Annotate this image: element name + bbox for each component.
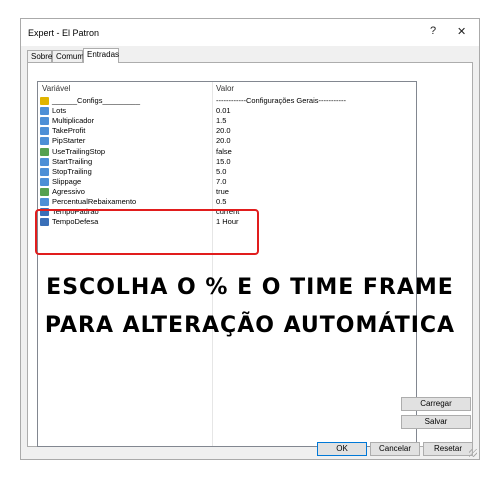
tab-comum[interactable]: Comum xyxy=(52,50,84,62)
parameter-value[interactable]: true xyxy=(216,187,229,197)
parameter-name: UseTrailingStop xyxy=(52,146,106,156)
number-icon xyxy=(40,198,49,206)
table-row[interactable]: Lots 0.01 xyxy=(38,106,416,116)
table-row[interactable]: Multiplicador 1.5 xyxy=(38,116,416,126)
table-row[interactable]: TakeProfit 20.0 xyxy=(38,126,416,136)
boolean-icon xyxy=(40,187,49,196)
title-bar: Expert - El Patron ? ✕ xyxy=(21,19,479,46)
number-icon xyxy=(40,157,49,166)
parameter-name: PipStarter xyxy=(52,136,86,146)
text-icon xyxy=(40,97,49,105)
parameter-value[interactable]: 20.0 xyxy=(216,136,231,146)
window-title: Expert - El Patron xyxy=(28,28,100,38)
parameter-value[interactable]: 1.5 xyxy=(216,116,226,126)
parameter-value[interactable]: 0.5 xyxy=(216,197,226,207)
parameter-value[interactable]: 15.0 xyxy=(216,157,231,167)
number-icon xyxy=(40,167,49,176)
table-row[interactable]: StartTrailing 15.0 xyxy=(38,157,416,167)
table-row[interactable]: Slippage 7.0 xyxy=(38,177,416,187)
number-icon xyxy=(40,177,49,186)
annotation-line-2: PARA ALTERAÇÃO AUTOMÁTICA xyxy=(44,313,456,338)
header-variable: Variável xyxy=(42,84,71,93)
resize-grip[interactable] xyxy=(469,449,477,457)
carregar-button[interactable]: Carregar xyxy=(401,397,471,411)
help-button[interactable]: ? xyxy=(430,25,436,37)
parameter-value[interactable]: 7.0 xyxy=(216,177,226,187)
number-icon xyxy=(40,127,49,136)
number-icon xyxy=(40,137,49,146)
parameter-name: Slippage xyxy=(52,176,82,186)
table-row[interactable]: UseTrailingStop false xyxy=(38,147,416,157)
parameter-name: StartTrailing xyxy=(52,156,93,166)
parameter-value[interactable]: 0.01 xyxy=(216,106,231,116)
parameter-name: TakeProfit xyxy=(52,126,86,136)
number-icon xyxy=(40,117,49,126)
parameter-value[interactable]: 5.0 xyxy=(216,167,226,177)
highlight-box xyxy=(35,209,259,255)
header-value: Valor xyxy=(216,84,235,93)
table-row[interactable]: Agressivo true xyxy=(38,187,416,197)
boolean-icon xyxy=(40,147,49,156)
number-icon xyxy=(40,107,49,116)
parameter-name: Lots xyxy=(52,106,67,116)
tab-entradas[interactable]: Entradas xyxy=(83,48,119,63)
table-row[interactable]: StopTrailing 5.0 xyxy=(38,167,416,177)
parameter-name: ______Configs_________ xyxy=(52,96,140,105)
parameter-name: Agressivo xyxy=(52,186,85,196)
salvar-button[interactable]: Salvar xyxy=(401,415,471,429)
parameter-value[interactable]: false xyxy=(216,147,232,157)
parameter-name: StopTrailing xyxy=(52,166,92,176)
annotation-line-1: ESCOLHA O % E O TIME FRAME xyxy=(46,275,454,300)
reset-button[interactable]: Resetar xyxy=(423,442,473,456)
tab-sobre[interactable]: Sobre xyxy=(27,50,52,62)
table-row[interactable]: ______Configs_________ ------------Config… xyxy=(38,96,416,106)
parameter-name: PercentualRebaixamento xyxy=(52,197,137,206)
parameter-value[interactable]: 20.0 xyxy=(216,126,231,136)
ok-button[interactable]: OK xyxy=(317,442,367,456)
table-row[interactable]: PercentualRebaixamento 0.5 xyxy=(38,197,416,207)
parameter-name: Multiplicador xyxy=(52,116,95,126)
table-row[interactable]: PipStarter 20.0 xyxy=(38,136,416,146)
parameters-grid: Variável Valor ______Configs_________ ---… xyxy=(37,81,417,447)
close-button[interactable]: ✕ xyxy=(457,25,466,38)
cancel-button[interactable]: Cancelar xyxy=(370,442,420,456)
parameter-value[interactable]: ------------Configurações Gerais--------… xyxy=(216,96,346,106)
